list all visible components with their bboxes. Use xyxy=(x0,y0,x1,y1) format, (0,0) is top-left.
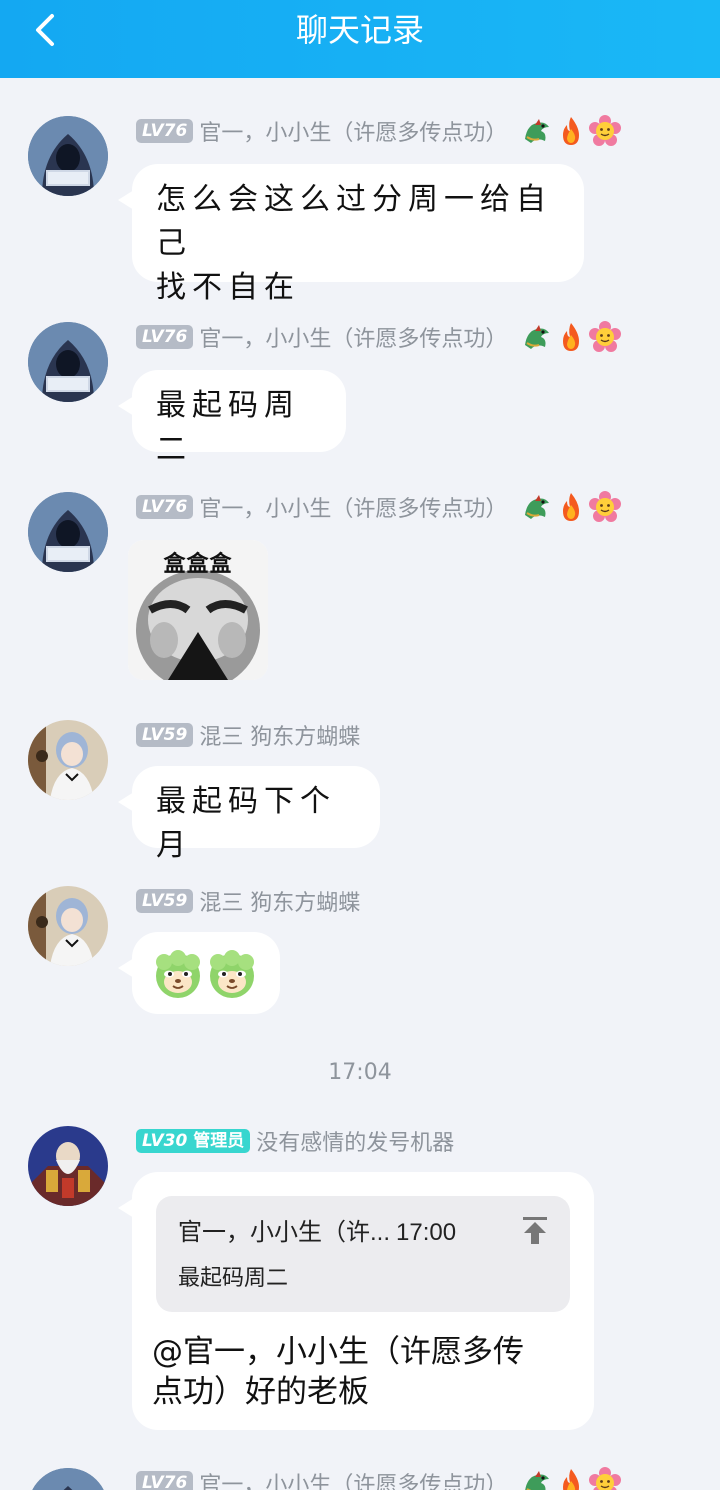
admin-badge: LV30 管理员 xyxy=(136,1129,251,1153)
quoted-message[interactable]: 官一，小小生（许... 17:00 最起码周二 xyxy=(156,1196,570,1312)
message-bubble[interactable]: 最起码周二 xyxy=(118,370,346,467)
flower-icon[interactable] xyxy=(589,1467,621,1490)
page-title: 聊天记录 xyxy=(295,11,424,49)
sender-info: LV76 官一，小小生（许愿多传点功） xyxy=(136,322,621,352)
message-text: @官一，小小生（许愿多传 点功）好的老板 xyxy=(152,1332,572,1412)
fire-icon[interactable] xyxy=(555,321,587,353)
level-badge: LV76 xyxy=(136,119,194,143)
sender-name[interactable]: 混三 狗东方蝴蝶 xyxy=(199,885,360,917)
badge-group xyxy=(521,115,621,147)
message-bubble[interactable]: 官一，小小生（许... 17:00 最起码周二 @官一，小小生（许愿多传 点功）好… xyxy=(118,1172,594,1430)
avatar[interactable] xyxy=(28,720,108,800)
fire-icon[interactable] xyxy=(555,491,587,523)
flower-icon[interactable] xyxy=(589,491,621,523)
badge-group xyxy=(521,1467,621,1490)
sender-name[interactable]: 官一，小小生（许愿多传点功） xyxy=(199,115,507,147)
meme-image[interactable]: 盒盒盒 xyxy=(128,540,268,680)
sender-info: LV76 官一，小小生（许愿多传点功） xyxy=(136,1468,621,1490)
quote-text: 最起码周二 xyxy=(178,1266,289,1291)
dragon-icon[interactable] xyxy=(521,491,553,523)
cabbage-dog-emoji-icon xyxy=(152,948,204,1000)
message-text-line: @官一，小小生（许愿多传 xyxy=(152,1334,524,1370)
message-bubble[interactable] xyxy=(118,932,280,1014)
meme-caption: 盒盒盒 xyxy=(163,552,233,577)
top-bar: 聊天记录 xyxy=(0,0,720,78)
level-badge: LV59 xyxy=(136,889,194,913)
quote-author: 官一，小小生（许... xyxy=(178,1219,391,1246)
fire-icon[interactable] xyxy=(555,1467,587,1490)
sender-info: LV76 官一，小小生（许愿多传点功） xyxy=(136,492,621,522)
sender-info: LV30 管理员 没有感情的发号机器 xyxy=(136,1126,454,1156)
message-text-line: 找不自在 xyxy=(156,270,300,305)
quote-time: 17:00 xyxy=(396,1219,457,1246)
sender-name[interactable]: 官一，小小生（许愿多传点功） xyxy=(199,1467,507,1490)
sender-name[interactable]: 没有感情的发号机器 xyxy=(256,1125,454,1157)
cabbage-dog-emoji-icon xyxy=(206,948,258,1000)
level-badge: LV76 xyxy=(136,1471,194,1490)
sender-name[interactable]: 官一，小小生（许愿多传点功） xyxy=(199,491,507,523)
fire-icon[interactable] xyxy=(555,115,587,147)
avatar[interactable] xyxy=(28,1126,108,1206)
avatar[interactable] xyxy=(28,492,108,572)
role-label: 管理员 xyxy=(193,1131,245,1151)
flower-icon[interactable] xyxy=(589,321,621,353)
badge-group xyxy=(521,321,621,353)
level-badge: LV30 xyxy=(142,1131,188,1151)
sender-info: LV76 官一，小小生（许愿多传点功） xyxy=(136,116,621,146)
dragon-icon[interactable] xyxy=(521,1467,553,1490)
dragon-icon[interactable] xyxy=(521,321,553,353)
sender-info: LV59 混三 狗东方蝴蝶 xyxy=(136,886,360,916)
level-badge: LV59 xyxy=(136,723,194,747)
sender-info: LV59 混三 狗东方蝴蝶 xyxy=(136,720,360,750)
avatar[interactable] xyxy=(28,322,108,402)
dragon-icon[interactable] xyxy=(521,115,553,147)
flower-icon[interactable] xyxy=(589,115,621,147)
level-badge: LV76 xyxy=(136,325,194,349)
sender-name[interactable]: 官一，小小生（许愿多传点功） xyxy=(199,321,507,353)
jump-to-top-icon[interactable] xyxy=(520,1214,550,1246)
message-bubble[interactable]: 怎么会这么过分周一给自己 找不自在 xyxy=(118,164,584,305)
message-text-line: 怎么会这么过分周一给自己 xyxy=(156,182,552,261)
avatar[interactable] xyxy=(28,886,108,966)
time-divider: 17:04 xyxy=(328,1060,392,1085)
message-text: 最起码周二 xyxy=(156,388,300,467)
avatar[interactable] xyxy=(28,116,108,196)
sender-name[interactable]: 混三 狗东方蝴蝶 xyxy=(199,719,360,751)
level-badge: LV76 xyxy=(136,495,194,519)
message-text-line: 点功）好的老板 xyxy=(152,1374,369,1410)
avatar[interactable] xyxy=(28,1468,108,1490)
badge-group xyxy=(521,491,621,523)
message-bubble[interactable]: 最起码下个月 xyxy=(118,766,380,863)
quote-header: 官一，小小生（许... 17:00 xyxy=(178,1212,456,1247)
message-text: 最起码下个月 xyxy=(156,784,336,863)
